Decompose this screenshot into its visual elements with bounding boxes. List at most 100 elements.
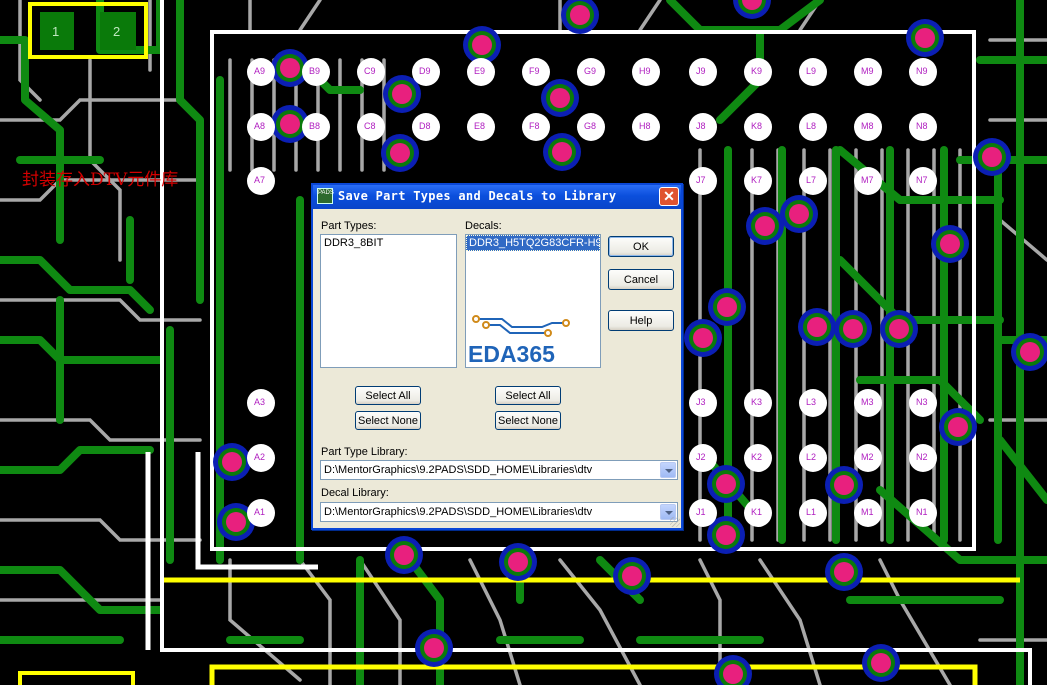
via [570,5,590,25]
annotation-text: 封装存入DTV元件库 [22,170,179,190]
pin-label: M8 [861,121,874,131]
via [550,88,570,108]
via [834,475,854,495]
pin-label: F9 [529,66,540,76]
pin-label: K7 [751,175,763,185]
decal-library-value: D:\MentorGraphics\9.2PADS\SDD_HOME\Libra… [324,506,593,518]
pad-number-1: 1 [52,24,60,39]
pin-label: G8 [584,121,597,131]
via [622,566,642,586]
list-item[interactable]: DDR3_H5TQ2G83CFR-H9 [466,235,600,251]
decal-library-select[interactable]: D:\MentorGraphics\9.2PADS\SDD_HOME\Libra… [320,502,678,522]
decals-list[interactable]: DDR3_H5TQ2G83CFR-H9 EDA365 [465,234,601,368]
pin-label: N9 [916,66,928,76]
pin-label: J1 [696,507,706,517]
pin-label: A8 [254,121,266,131]
pin-label: N1 [916,507,928,517]
pin-label: J3 [696,397,706,407]
via [889,319,909,339]
pin-label: H9 [639,66,651,76]
eda365-watermark: EDA365 [468,341,555,367]
select-none-parts-button[interactable]: Select None [355,411,421,430]
dialog-title: Save Part Types and Decals to Library [338,189,617,203]
via [392,84,412,104]
pin-label: J2 [696,452,706,462]
via [948,417,968,437]
via [394,545,414,565]
chevron-down-icon[interactable] [660,462,676,478]
via [789,204,809,224]
pin-label: J7 [696,175,706,185]
pin-label: B8 [309,121,321,131]
pin-label: M9 [861,66,874,76]
select-none-decals-button[interactable]: Select None [495,411,561,430]
via [508,552,528,572]
pin-label: K1 [751,507,763,517]
via [1020,342,1040,362]
via [390,143,410,163]
pin-label: E8 [474,121,486,131]
pin-label: G9 [584,66,597,76]
via [424,638,444,658]
part-type-library-value: D:\MentorGraphics\9.2PADS\SDD_HOME\Libra… [324,464,593,476]
pin-label: N7 [916,175,928,185]
pin-label: L9 [806,66,817,76]
pin-label: H8 [639,121,651,131]
close-button[interactable]: ✕ [659,187,679,206]
pin-label: D9 [419,66,431,76]
pin-label: M2 [861,452,874,462]
via [982,147,1002,167]
part-type-library-label: Part Type Library: [321,446,408,458]
pin-label: L3 [806,397,817,407]
pad-number-2: 2 [113,24,121,39]
pin-label: D8 [419,121,431,131]
ok-button[interactable]: OK [608,236,674,257]
via [716,474,736,494]
via [552,142,572,162]
pin-label: F8 [529,121,540,131]
pin-label: M7 [861,175,874,185]
part-types-label: Part Types: [321,220,377,232]
via [472,35,492,55]
via [807,317,827,337]
pin-label: M1 [861,507,874,517]
resize-grip[interactable] [670,517,680,527]
via [716,525,736,545]
via [755,216,775,236]
pin-label: A9 [254,66,266,76]
pin-label: L8 [806,121,817,131]
via [843,319,863,339]
part-types-list[interactable]: DDR3_8BIT [320,234,457,368]
list-item[interactable]: DDR3_8BIT [321,235,456,251]
via [222,452,242,472]
via [226,512,246,532]
select-all-parts-button[interactable]: Select All [355,386,421,405]
pin-label: A1 [254,507,266,517]
pin-label: K2 [751,452,763,462]
pin-label: L7 [806,175,817,185]
via [834,562,854,582]
cancel-button[interactable]: Cancel [608,269,674,290]
decals-label: Decals: [465,220,502,232]
dialog-titlebar[interactable]: PADS Save Part Types and Decals to Libra… [313,185,681,209]
via [871,653,891,673]
help-button[interactable]: Help [608,310,674,331]
pin-label: J9 [696,66,706,76]
pads-app-icon: PADS [317,188,334,204]
pin-label: K3 [751,397,763,407]
part-type-library-select[interactable]: D:\MentorGraphics\9.2PADS\SDD_HOME\Libra… [320,460,678,480]
pin-label: L1 [806,507,817,517]
pin-label: M3 [861,397,874,407]
pin-label: N3 [916,397,928,407]
pin-label: C8 [364,121,376,131]
pin-label: N8 [916,121,928,131]
pin-label: N2 [916,452,928,462]
save-part-types-dialog: PADS Save Part Types and Decals to Libra… [311,183,683,530]
via [280,114,300,134]
pin-label: E9 [474,66,486,76]
pin-label: J8 [696,121,706,131]
via [915,28,935,48]
pin-label: K8 [751,121,763,131]
select-all-decals-button[interactable]: Select All [495,386,561,405]
pin-label: A3 [254,397,266,407]
